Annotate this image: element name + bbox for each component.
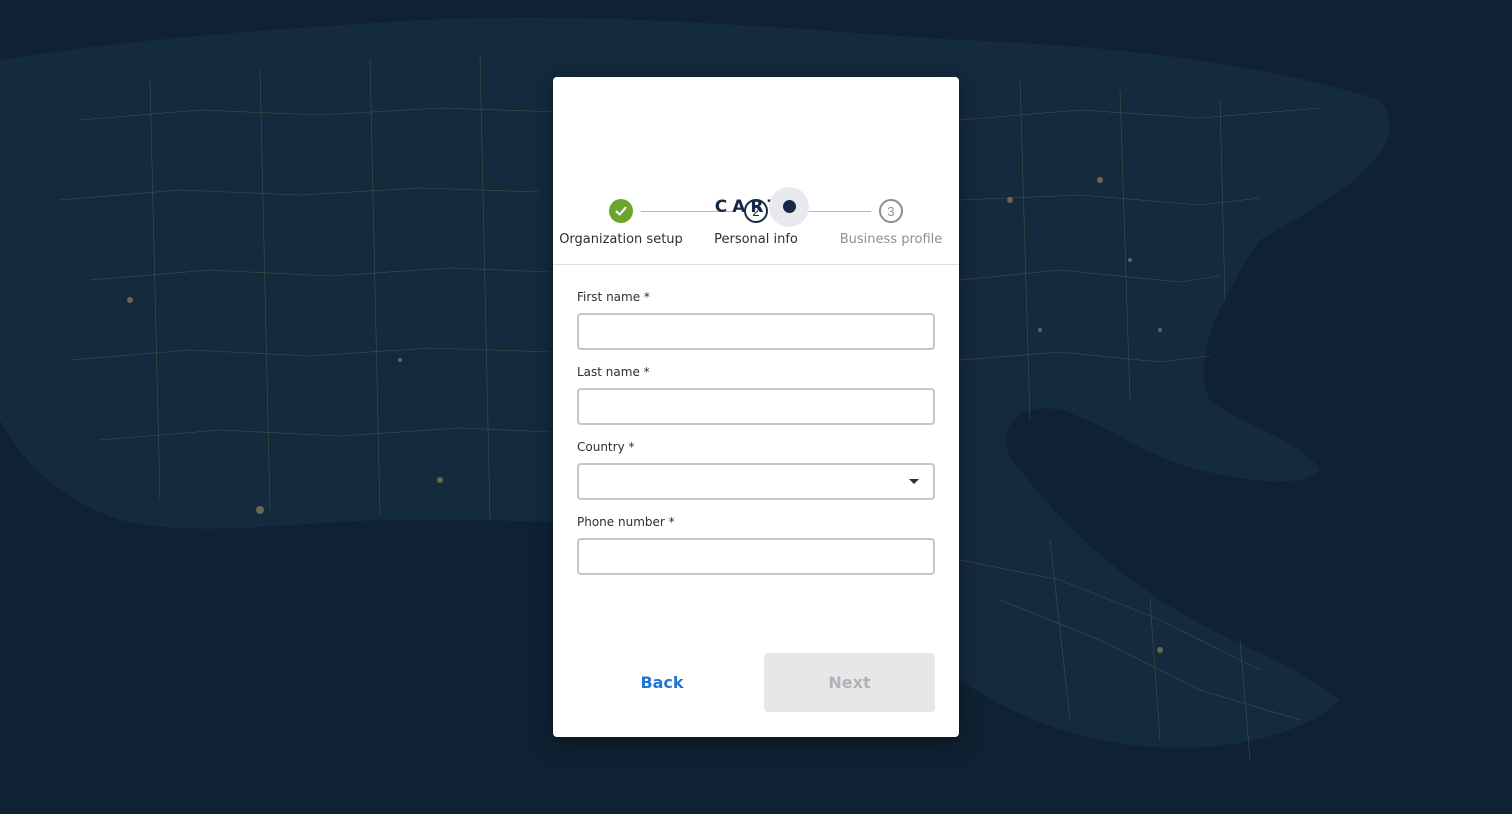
- divider: [553, 264, 959, 265]
- country-field: Country *: [577, 440, 935, 500]
- step-label: Personal info: [714, 232, 798, 247]
- step-label: Organization setup: [559, 232, 683, 247]
- country-select[interactable]: [577, 463, 935, 500]
- last-name-field: Last name *: [577, 365, 935, 425]
- next-button[interactable]: Next: [764, 653, 935, 712]
- first-name-field: First name *: [577, 290, 935, 350]
- phone-number-field: Phone number *: [577, 515, 935, 575]
- first-name-label: First name *: [577, 290, 650, 304]
- caret-down-icon: [909, 479, 919, 484]
- step-organization-setup: Organization setup: [553, 199, 689, 247]
- step-number: 3: [879, 199, 903, 223]
- last-name-input[interactable]: [577, 388, 935, 425]
- phone-number-input[interactable]: [577, 538, 935, 575]
- first-name-input[interactable]: [577, 313, 935, 350]
- last-name-label: Last name *: [577, 365, 650, 379]
- step-label: Business profile: [839, 232, 943, 247]
- logo-dot-icon: [769, 187, 810, 227]
- back-button[interactable]: Back: [577, 653, 747, 712]
- check-icon: [609, 199, 633, 223]
- step-business-profile: 3 Business profile: [823, 199, 959, 247]
- country-label: Country *: [577, 440, 635, 454]
- phone-number-label: Phone number *: [577, 515, 675, 529]
- signup-card: CART Organization setup 2 Personal info …: [553, 77, 959, 737]
